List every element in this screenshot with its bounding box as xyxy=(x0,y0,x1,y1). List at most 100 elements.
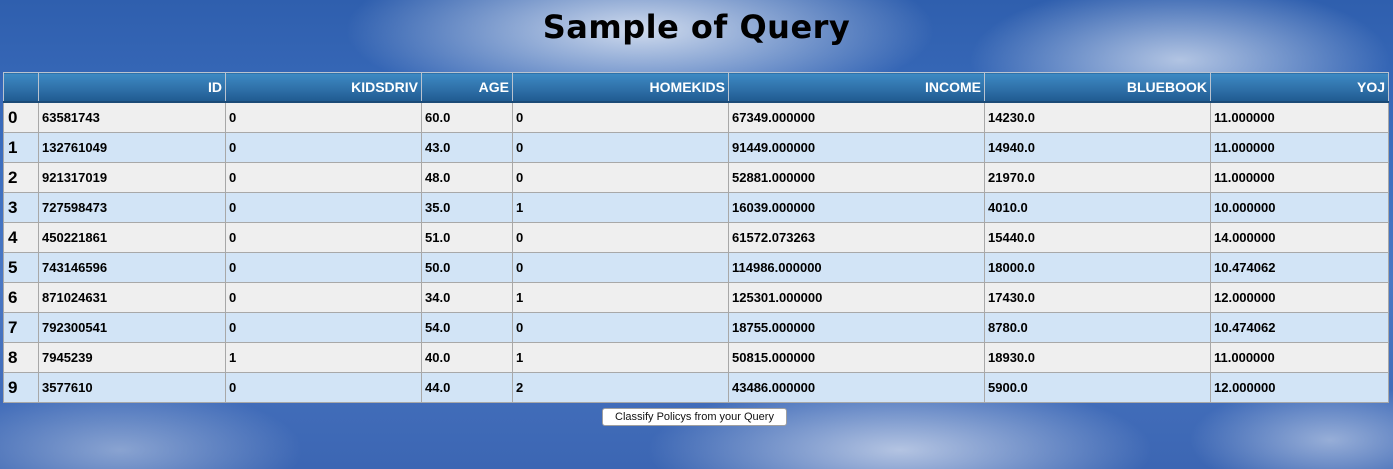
column-header-age[interactable]: AGE xyxy=(421,72,513,103)
table-row: 3 727598473 0 35.0 1 16039.000000 4010.0 10.000… xyxy=(3,192,1389,223)
bluebook-cell: 4010.0 xyxy=(984,192,1211,223)
kidsdriv-cell: 0 xyxy=(225,162,422,193)
column-header-homekids[interactable]: HOMEKIDS xyxy=(512,72,729,103)
row-index: 6 xyxy=(3,282,39,313)
kidsdriv-cell: 1 xyxy=(225,342,422,373)
yoj-cell: 10.474062 xyxy=(1210,312,1389,343)
id-cell: 63581743 xyxy=(38,101,226,133)
homekids-cell: 2 xyxy=(512,372,729,403)
bluebook-cell: 18930.0 xyxy=(984,342,1211,373)
id-cell: 132761049 xyxy=(38,132,226,163)
query-sample-table: ID KIDSDRIV AGE HOMEKIDS INCOME BLUEBOOK… xyxy=(3,72,1389,403)
id-cell: 3577610 xyxy=(38,372,226,403)
id-cell: 921317019 xyxy=(38,162,226,193)
income-cell: 43486.000000 xyxy=(728,372,985,403)
row-index: 9 xyxy=(3,372,39,403)
row-index: 8 xyxy=(3,342,39,373)
bluebook-cell: 18000.0 xyxy=(984,252,1211,283)
yoj-cell: 12.000000 xyxy=(1210,372,1389,403)
homekids-cell: 0 xyxy=(512,101,729,133)
table-row: 8 7945239 1 40.0 1 50815.000000 18930.0 11.0000… xyxy=(3,342,1389,373)
income-cell: 18755.000000 xyxy=(728,312,985,343)
table-row: 7 792300541 0 54.0 0 18755.000000 8780.0 10.474… xyxy=(3,312,1389,343)
age-cell: 43.0 xyxy=(421,132,513,163)
kidsdriv-cell: 0 xyxy=(225,132,422,163)
kidsdriv-cell: 0 xyxy=(225,252,422,283)
bluebook-cell: 15440.0 xyxy=(984,222,1211,253)
page-title: Sample of Query xyxy=(542,8,851,46)
kidsdriv-cell: 0 xyxy=(225,282,422,313)
table-row: 9 3577610 0 44.0 2 43486.000000 5900.0 12.00000… xyxy=(3,372,1389,403)
row-index: 7 xyxy=(3,312,39,343)
age-cell: 34.0 xyxy=(421,282,513,313)
id-cell: 871024631 xyxy=(38,282,226,313)
age-cell: 44.0 xyxy=(421,372,513,403)
income-cell: 52881.000000 xyxy=(728,162,985,193)
id-cell: 743146596 xyxy=(38,252,226,283)
age-cell: 35.0 xyxy=(421,192,513,223)
homekids-cell: 1 xyxy=(512,192,729,223)
row-index: 5 xyxy=(3,252,39,283)
income-cell: 16039.000000 xyxy=(728,192,985,223)
column-header-bluebook[interactable]: BLUEBOOK xyxy=(984,72,1211,103)
table-row: 4 450221861 0 51.0 0 61572.073263 15440.0 14.00… xyxy=(3,222,1389,253)
age-cell: 40.0 xyxy=(421,342,513,373)
id-cell: 727598473 xyxy=(38,192,226,223)
table-row: 2 921317019 0 48.0 0 52881.000000 21970.0 11.00… xyxy=(3,162,1389,193)
yoj-cell: 11.000000 xyxy=(1210,162,1389,193)
kidsdriv-cell: 0 xyxy=(225,192,422,223)
row-index: 4 xyxy=(3,222,39,253)
homekids-cell: 0 xyxy=(512,162,729,193)
yoj-cell: 10.474062 xyxy=(1210,252,1389,283)
yoj-cell: 10.000000 xyxy=(1210,192,1389,223)
bluebook-cell: 14940.0 xyxy=(984,132,1211,163)
column-header-income[interactable]: INCOME xyxy=(728,72,985,103)
yoj-cell: 11.000000 xyxy=(1210,132,1389,163)
kidsdriv-cell: 0 xyxy=(225,101,422,133)
income-cell: 114986.000000 xyxy=(728,252,985,283)
kidsdriv-cell: 0 xyxy=(225,372,422,403)
column-header-kidsdriv[interactable]: KIDSDRIV xyxy=(225,72,422,103)
id-cell: 450221861 xyxy=(38,222,226,253)
age-cell: 48.0 xyxy=(421,162,513,193)
homekids-cell: 0 xyxy=(512,312,729,343)
table-row: 6 871024631 0 34.0 1 125301.000000 17430.0 12.0… xyxy=(3,282,1389,313)
bluebook-cell: 14230.0 xyxy=(984,101,1211,133)
table-row: 0 63581743 0 60.0 0 67349.000000 14230.0 11.000… xyxy=(3,101,1389,133)
homekids-cell: 0 xyxy=(512,252,729,283)
homekids-cell: 0 xyxy=(512,222,729,253)
homekids-cell: 0 xyxy=(512,132,729,163)
table-row: 5 743146596 0 50.0 0 114986.000000 18000.0 10.4… xyxy=(3,252,1389,283)
yoj-cell: 12.000000 xyxy=(1210,282,1389,313)
homekids-cell: 1 xyxy=(512,282,729,313)
column-header-id[interactable]: ID xyxy=(38,72,226,103)
yoj-cell: 11.000000 xyxy=(1210,101,1389,133)
age-cell: 51.0 xyxy=(421,222,513,253)
bluebook-cell: 21970.0 xyxy=(984,162,1211,193)
table-body: 0 63581743 0 60.0 0 67349.000000 14230.0 11.000… xyxy=(3,101,1389,403)
row-index: 1 xyxy=(3,132,39,163)
kidsdriv-cell: 0 xyxy=(225,222,422,253)
row-index: 3 xyxy=(3,192,39,223)
homekids-cell: 1 xyxy=(512,342,729,373)
classify-policies-button[interactable]: Classify Policys from your Query xyxy=(602,408,787,426)
table-header-row: ID KIDSDRIV AGE HOMEKIDS INCOME BLUEBOOK… xyxy=(3,72,1389,103)
kidsdriv-cell: 0 xyxy=(225,312,422,343)
table-row: 1 132761049 0 43.0 0 91449.000000 14940.0 11.00… xyxy=(3,132,1389,163)
income-cell: 125301.000000 xyxy=(728,282,985,313)
bluebook-cell: 17430.0 xyxy=(984,282,1211,313)
age-cell: 54.0 xyxy=(421,312,513,343)
row-index: 0 xyxy=(3,101,39,133)
income-cell: 50815.000000 xyxy=(728,342,985,373)
id-cell: 792300541 xyxy=(38,312,226,343)
age-cell: 60.0 xyxy=(421,101,513,133)
bluebook-cell: 8780.0 xyxy=(984,312,1211,343)
row-index: 2 xyxy=(3,162,39,193)
column-header-index[interactable] xyxy=(3,72,39,103)
yoj-cell: 14.000000 xyxy=(1210,222,1389,253)
bluebook-cell: 5900.0 xyxy=(984,372,1211,403)
age-cell: 50.0 xyxy=(421,252,513,283)
yoj-cell: 11.000000 xyxy=(1210,342,1389,373)
column-header-yoj[interactable]: YOJ xyxy=(1210,72,1389,103)
id-cell: 7945239 xyxy=(38,342,226,373)
